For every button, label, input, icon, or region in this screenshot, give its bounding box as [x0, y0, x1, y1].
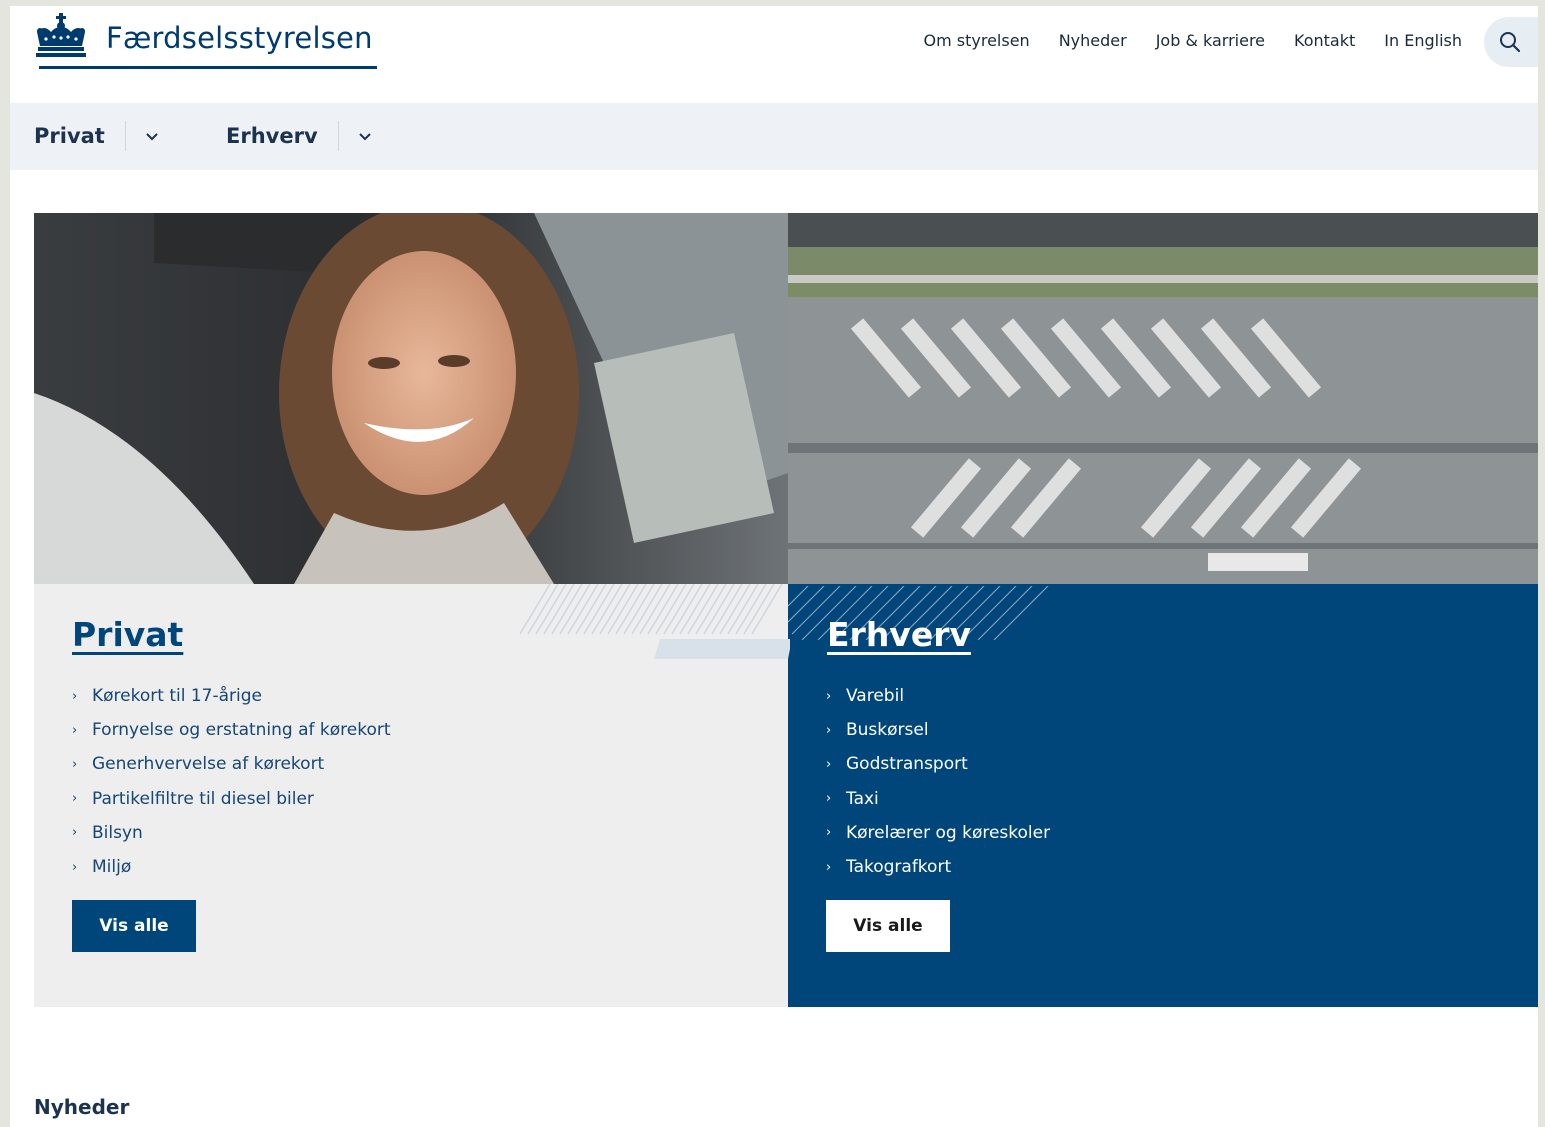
page: Færdselsstyrelsen Om styrelsen Nyheder J…: [10, 6, 1538, 1127]
erhverv-title-link[interactable]: Erhverv: [827, 615, 971, 654]
chevron-right-icon: ›: [72, 688, 78, 704]
subnav-erhverv-label: Erhverv: [226, 124, 318, 148]
chevron-right-icon: ›: [826, 791, 832, 807]
site-logo[interactable]: Færdselsstyrelsen: [32, 12, 373, 58]
chevron-right-icon: ›: [826, 722, 832, 738]
chevron-right-icon: ›: [826, 756, 832, 772]
erhverv-link[interactable]: › Kørelærer og køreskoler: [826, 816, 1050, 850]
chevron-right-icon: ›: [72, 825, 78, 841]
erhverv-link-list: › Varebil › Buskørsel › Godstransport › Taxi…: [826, 679, 1050, 884]
chevron-right-icon: ›: [72, 722, 78, 738]
privat-image: [34, 213, 788, 584]
chevron-right-icon: ›: [826, 688, 832, 704]
privat-link[interactable]: › Fornyelse og erstatning af kørekort: [72, 713, 391, 747]
privat-link[interactable]: › Partikelfiltre til diesel biler: [72, 782, 391, 816]
divider: [124, 121, 126, 151]
subnav-erhverv[interactable]: Erhverv: [226, 121, 373, 151]
search-icon: [1500, 32, 1521, 53]
sub-navigation: Privat Erhverv: [10, 103, 1538, 170]
privat-link[interactable]: › Bilsyn: [72, 816, 391, 850]
chevron-right-icon: ›: [72, 859, 78, 875]
nav-nyheder[interactable]: Nyheder: [1059, 31, 1127, 50]
erhverv-link[interactable]: › Varebil: [826, 679, 1050, 713]
nav-job-karriere[interactable]: Job & karriere: [1156, 31, 1265, 50]
privat-title-link[interactable]: Privat: [72, 615, 183, 654]
erhverv-link[interactable]: › Taxi: [826, 782, 1050, 816]
nav-om-styrelsen[interactable]: Om styrelsen: [924, 31, 1030, 50]
subnav-privat[interactable]: Privat: [34, 121, 160, 151]
decorative-stripes: [520, 584, 790, 659]
erhverv-image: [788, 213, 1538, 584]
chevron-right-icon: ›: [72, 756, 78, 772]
privat-link-list: › Kørekort til 17-årige › Fornyelse og ers…: [72, 679, 391, 884]
hero-section: Privat › Kørekort til 17-årige › Fornyelse…: [34, 213, 1538, 1007]
erhverv-vis-alle-button[interactable]: Vis alle: [826, 900, 950, 952]
chevron-down-icon[interactable]: [144, 128, 160, 144]
nav-kontakt[interactable]: Kontakt: [1294, 31, 1355, 50]
logo-underline: [39, 66, 377, 69]
search-button[interactable]: [1484, 17, 1538, 67]
news-heading: Nyheder: [34, 1095, 130, 1119]
chevron-right-icon: ›: [72, 791, 78, 807]
privat-vis-alle-button[interactable]: Vis alle: [72, 900, 196, 952]
chevron-right-icon: ›: [826, 825, 832, 841]
logo-text: Færdselsstyrelsen: [106, 21, 373, 55]
crown-icon: [36, 13, 86, 57]
privat-link[interactable]: › Miljø: [72, 850, 391, 884]
nav-in-english[interactable]: In English: [1384, 31, 1462, 50]
erhverv-link[interactable]: › Godstransport: [826, 747, 1050, 781]
erhverv-link[interactable]: › Buskørsel: [826, 713, 1050, 747]
site-header: Færdselsstyrelsen Om styrelsen Nyheder J…: [10, 6, 1538, 102]
privat-link[interactable]: › Kørekort til 17-årige: [72, 679, 391, 713]
erhverv-link[interactable]: › Takografkort: [826, 850, 1050, 884]
chevron-down-icon[interactable]: [357, 128, 373, 144]
divider: [337, 121, 339, 151]
subnav-privat-label: Privat: [34, 124, 105, 148]
top-nav: Om styrelsen Nyheder Job & karriere Kont…: [895, 31, 1463, 50]
chevron-right-icon: ›: [826, 859, 832, 875]
privat-link[interactable]: › Generhvervelse af kørekort: [72, 747, 391, 781]
